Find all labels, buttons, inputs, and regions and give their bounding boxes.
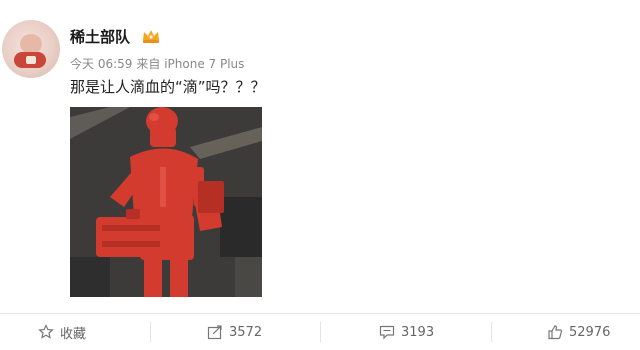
repost-button[interactable]: 3572	[207, 318, 262, 346]
post-image[interactable]	[70, 107, 262, 297]
comment-count: 3193	[401, 324, 435, 340]
post-source: 来自 iPhone 7 Plus	[136, 57, 245, 71]
action-bar-divider	[0, 313, 640, 314]
red-statue-image	[70, 107, 262, 297]
username[interactable]: 稀土部队	[70, 26, 130, 47]
action-separator	[491, 322, 492, 342]
post-meta: 今天 06:59 来自 iPhone 7 Plus	[70, 55, 244, 72]
favorite-label: 收藏	[60, 326, 87, 342]
favorite-button[interactable]: 收藏	[38, 318, 86, 346]
vip-crown-icon[interactable]	[141, 28, 161, 44]
comment-button[interactable]: 3193	[379, 318, 434, 346]
post-time[interactable]: 今天 06:59	[70, 57, 132, 71]
action-separator	[320, 322, 321, 342]
avatar-shape	[20, 34, 42, 54]
like-button[interactable]: 52976	[547, 318, 610, 346]
avatar[interactable]	[2, 20, 60, 78]
like-count: 52976	[569, 324, 611, 340]
thumbs-up-icon	[548, 325, 563, 340]
comment-icon	[379, 325, 395, 340]
action-separator	[150, 322, 151, 342]
star-icon	[38, 324, 54, 339]
post-text: 那是让人滴血的“滴”吗？？？	[70, 78, 266, 96]
avatar-shape	[26, 56, 36, 64]
repost-count: 3572	[229, 324, 263, 340]
share-icon	[207, 325, 222, 340]
